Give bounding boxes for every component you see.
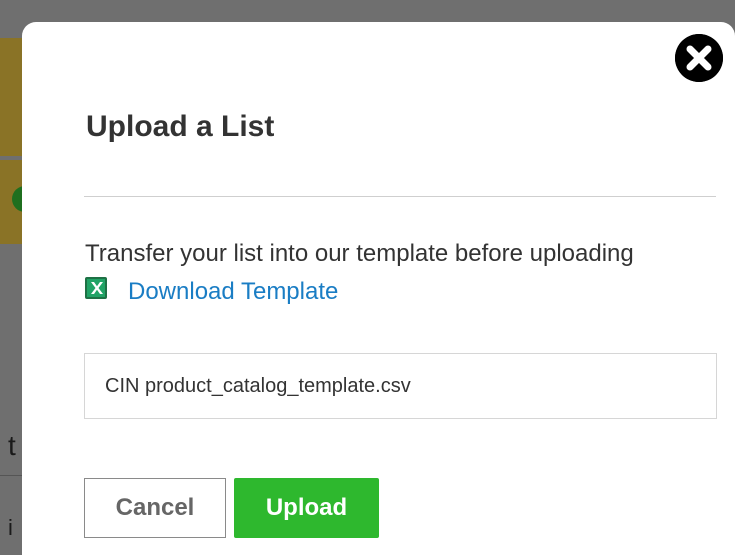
selected-file-field[interactable]: CIN product_catalog_template.csv <box>84 353 717 419</box>
excel-file-icon <box>85 277 107 299</box>
instructions-text: Transfer your list into our template bef… <box>85 240 634 267</box>
background-text-fragment: t <box>8 430 16 461</box>
title-divider <box>84 196 716 197</box>
upload-list-dialog: Upload a List Transfer your list into ou… <box>22 22 735 555</box>
download-template-link[interactable]: Download Template <box>85 277 339 306</box>
cancel-button[interactable]: Cancel <box>84 478 226 538</box>
close-icon <box>675 34 723 82</box>
upload-button[interactable]: Upload <box>234 478 379 538</box>
download-template-label: Download Template <box>128 278 339 305</box>
background-text-fragment: i <box>8 515 13 540</box>
close-dialog-button[interactable] <box>675 34 723 82</box>
dialog-title: Upload a List <box>86 110 275 143</box>
